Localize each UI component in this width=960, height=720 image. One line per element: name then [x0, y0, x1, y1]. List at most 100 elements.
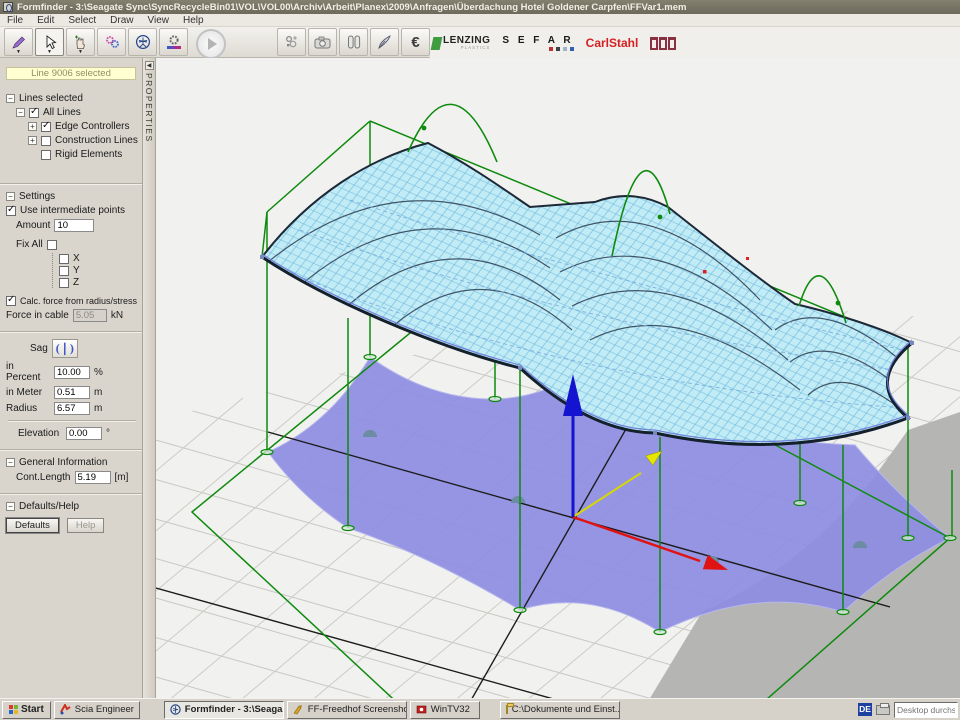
rigid-elements-checkbox[interactable] [41, 150, 51, 160]
task-scia-engineer[interactable]: Scia Engineer [54, 701, 140, 719]
analysis-button[interactable] [277, 28, 306, 56]
task-label: WinTV32 [431, 704, 470, 715]
sponsor-logos: LENZING PLASTICS S E F A R CarlStahl [432, 30, 676, 56]
3d-viewport-canvas[interactable] [156, 58, 960, 698]
fix-y-checkbox[interactable] [59, 266, 69, 276]
fix-z-row: Z [59, 277, 138, 288]
sefar-text: S E F A R [502, 35, 573, 46]
sag-percent-input[interactable] [54, 366, 90, 379]
vitruvian-button[interactable] [128, 28, 157, 56]
collapse-icon[interactable]: − [6, 502, 15, 511]
settings-header[interactable]: − Settings [6, 191, 138, 202]
expand-icon[interactable]: + [28, 122, 37, 131]
material-rolls-button[interactable] [339, 28, 368, 56]
defaults-header[interactable]: − Defaults/Help [6, 501, 138, 512]
lenzing-mark-icon [431, 37, 443, 50]
language-indicator[interactable]: DE [858, 703, 872, 716]
sag-radius-row: Radius m [6, 402, 138, 415]
settings-gear-button[interactable] [159, 28, 188, 56]
task-ff-freedhof[interactable]: FF-Freedhof Screenshot ... [287, 701, 407, 719]
grab-tool-button[interactable]: ▼ [66, 28, 95, 56]
use-points-label: Use intermediate points [20, 205, 125, 216]
expand-icon[interactable]: − [16, 108, 25, 117]
sefar-squares-icon [502, 47, 573, 51]
tree-item-edge-controllers[interactable]: + Edge Controllers [28, 121, 138, 132]
elevation-input[interactable] [66, 427, 102, 440]
scia-icon [60, 704, 71, 715]
fix-z-checkbox[interactable] [59, 278, 69, 288]
fix-all-label: Fix All [16, 239, 43, 250]
camera-icon [314, 35, 331, 50]
general-header[interactable]: − General Information [6, 457, 138, 468]
hand-icon [73, 35, 88, 50]
fix-x-checkbox[interactable] [59, 254, 69, 264]
mechanism-button[interactable] [97, 28, 126, 56]
properties-tab-strip[interactable]: ◀ PROPERTIES [143, 58, 156, 698]
tree-item-rigid-elements[interactable]: Rigid Elements [28, 149, 138, 160]
feather-icon [377, 34, 393, 50]
task-explorer-folder[interactable]: C:\Dokumente und Einst... [500, 701, 620, 719]
cost-button[interactable]: € [401, 28, 430, 56]
snapshot-button[interactable] [308, 28, 337, 56]
lenzing-text: LENZING [443, 36, 490, 45]
menu-file[interactable]: File [0, 15, 30, 26]
general-section: − General Information Cont.Length [m] [0, 449, 142, 493]
sag-radius-unit: m [94, 403, 102, 414]
settings-title: Settings [19, 191, 55, 202]
sag-meter-input[interactable] [54, 386, 90, 399]
length-row: Cont.Length [m] [16, 471, 138, 484]
menu-edit[interactable]: Edit [30, 15, 61, 26]
expand-icon[interactable]: + [28, 136, 37, 145]
window-title: Formfinder - 3:\Seagate Sync\SyncRecycle… [17, 2, 686, 13]
task-wintv[interactable]: WinTV32 [410, 701, 480, 719]
play-button[interactable] [196, 29, 226, 59]
task-formfinder[interactable]: Formfinder - 3:\Seaga... [164, 701, 284, 719]
task-label: C:\Dokumente und Einst... [512, 704, 620, 715]
printer-icon[interactable] [876, 705, 890, 715]
formfinder-icon [170, 704, 181, 715]
select-tool-button[interactable]: ▼ [35, 28, 64, 56]
tree-item-construction-lines[interactable]: + Construction Lines [28, 135, 138, 146]
sag-section: Sag (❘) in Percent % in Meter m Radius m… [0, 331, 142, 449]
pencil-icon [11, 35, 26, 50]
gears-icon [104, 34, 120, 50]
wintv-icon [416, 704, 427, 715]
start-button[interactable]: Start [2, 701, 51, 719]
menu-select[interactable]: Select [61, 15, 103, 26]
construction-lines-checkbox[interactable] [41, 136, 51, 146]
help-button[interactable]: Help [67, 518, 105, 533]
all-lines-checkbox[interactable] [29, 108, 39, 118]
menu-draw[interactable]: Draw [103, 15, 140, 26]
vitruvian-man-icon [135, 34, 151, 50]
elevation-label: Elevation [18, 428, 62, 439]
sag-radius-input[interactable] [54, 402, 90, 415]
selection-tree: − Lines selected − All Lines + Edge Cont… [0, 86, 142, 183]
amount-input[interactable] [54, 219, 94, 232]
use-points-checkbox[interactable] [6, 206, 16, 216]
settings-section: − Settings Use intermediate points Amoun… [0, 183, 142, 331]
desktop-search-input[interactable] [894, 702, 958, 718]
construction-lines-label: Construction Lines [55, 135, 138, 146]
edge-controllers-checkbox[interactable] [41, 122, 51, 132]
use-points-row: Use intermediate points [6, 205, 138, 216]
title-bar[interactable]: Formfinder - 3:\Seagate Sync\SyncRecycle… [0, 0, 960, 14]
collapse-panel-icon[interactable]: ◀ [145, 61, 154, 70]
sag-shape-button[interactable]: (❘) [52, 339, 78, 358]
tree-root[interactable]: − Lines selected [6, 93, 138, 104]
menu-view[interactable]: View [141, 15, 177, 26]
draw-tool-button[interactable]: ▼ [4, 28, 33, 56]
fix-all-checkbox[interactable] [47, 240, 57, 250]
collapse-icon[interactable]: − [6, 458, 15, 467]
length-input[interactable] [75, 471, 111, 484]
fix-all-row: Fix All [16, 239, 138, 250]
viewport[interactable] [156, 58, 960, 698]
collapse-icon[interactable]: − [6, 94, 15, 103]
task-label: Scia Engineer [75, 704, 134, 715]
sag-row: Sag (❘) [30, 339, 138, 358]
collapse-icon[interactable]: − [6, 192, 15, 201]
tree-item-all-lines[interactable]: − All Lines [16, 107, 138, 118]
defaults-button[interactable]: Defaults [6, 518, 59, 533]
menu-help[interactable]: Help [176, 15, 211, 26]
calc-force-checkbox[interactable] [6, 296, 16, 306]
sketch-button[interactable] [370, 28, 399, 56]
